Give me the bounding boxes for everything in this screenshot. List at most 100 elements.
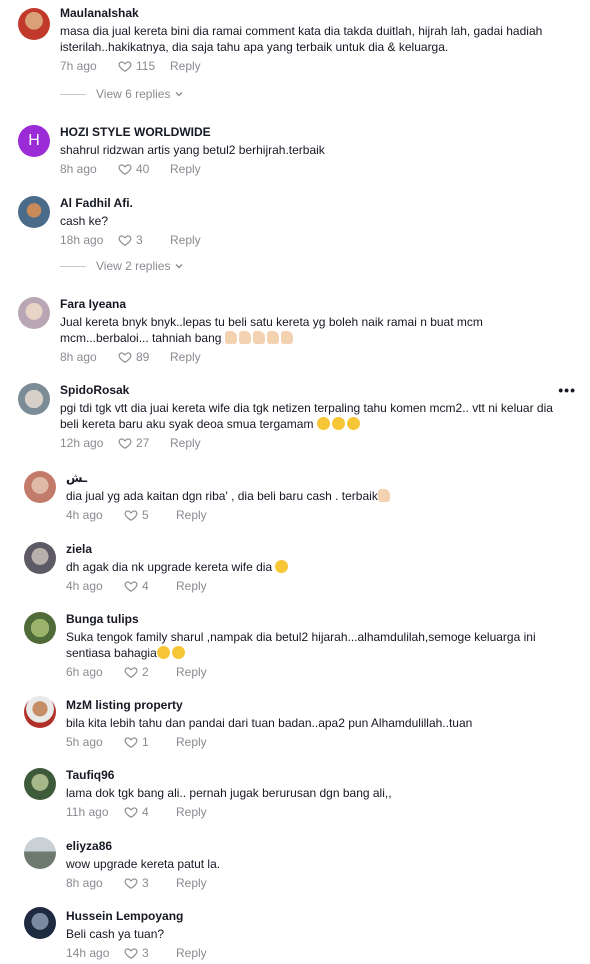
comment-text: bila kita lebih tahu dan pandai dari tua… [66, 716, 473, 730]
comment-author[interactable]: eliyza86 [66, 839, 570, 854]
avatar[interactable] [24, 907, 56, 939]
like-button[interactable]: 2 [124, 665, 176, 679]
like-button[interactable]: 89 [118, 350, 170, 364]
comment-author[interactable]: Taufiq96 [66, 768, 570, 783]
comment-time: 8h ago [60, 162, 97, 176]
reply-button[interactable]: Reply [176, 508, 207, 522]
heart-icon [124, 807, 138, 818]
reply-button[interactable]: Reply [170, 233, 201, 247]
avatar[interactable] [18, 8, 50, 40]
comment-author[interactable]: Al Fadhil Afi. [60, 196, 570, 211]
comment-text: Jual kereta bnyk bnyk..lepas tu beli sat… [60, 315, 483, 345]
like-button[interactable]: 3 [118, 233, 170, 247]
comment-author[interactable]: HOZI STYLE WORLDWIDE [60, 125, 570, 140]
like-button[interactable]: 4 [124, 805, 176, 819]
like-count: 3 [136, 233, 143, 247]
reply-button[interactable]: Reply [176, 735, 207, 749]
comment-author[interactable]: Fara Iyeana [60, 297, 570, 312]
comment-time: 12h ago [60, 436, 104, 450]
avatar[interactable] [24, 542, 56, 574]
comment-time: 18h ago [60, 233, 104, 247]
like-button[interactable]: 3 [124, 876, 176, 890]
more-options-button[interactable]: ••• [558, 383, 576, 397]
avatar[interactable] [18, 383, 50, 415]
laughing-emoji-icon [313, 417, 361, 431]
like-count: 115 [136, 59, 156, 73]
like-count: 5 [142, 508, 149, 522]
comment-text: dia jual yg ada kaitan dgn riba' , dia b… [66, 488, 570, 504]
comment-text: masa dia jual kereta bini dia ramai comm… [60, 24, 543, 54]
thumbs-up-emoji-icon [221, 331, 294, 345]
view-replies-button[interactable]: View 2 replies [60, 259, 184, 273]
like-count: 89 [136, 350, 150, 364]
like-count: 3 [142, 876, 149, 890]
like-count: 3 [142, 946, 149, 960]
comment-time: 14h ago [66, 946, 110, 960]
like-count: 40 [136, 162, 150, 176]
view-replies-label: View 6 replies [96, 87, 171, 101]
heart-icon [124, 948, 138, 959]
comment-author[interactable]: Bunga tulips [66, 612, 570, 627]
heart-icon [124, 667, 138, 678]
like-button[interactable]: 3 [124, 946, 176, 960]
like-count: 27 [136, 436, 150, 450]
comment-author[interactable]: ـش [66, 471, 570, 486]
like-count: 2 [142, 665, 149, 679]
like-count: 4 [142, 579, 149, 593]
comment-time: 4h ago [66, 508, 103, 522]
heart-icon [124, 737, 138, 748]
comment-time: 11h ago [66, 805, 109, 819]
like-button[interactable]: 1 [124, 735, 176, 749]
smile-emoji-icon [156, 646, 187, 660]
comment-author[interactable]: MaulanaIshak [60, 6, 570, 21]
like-button[interactable]: 115 [118, 59, 170, 73]
comment-text: dh agak dia nk upgrade kereta wife dia [66, 559, 570, 575]
avatar[interactable] [24, 612, 56, 644]
heart-eyes-emoji-icon [275, 560, 289, 573]
comment-author[interactable]: Hussein Lempoyang [66, 909, 570, 924]
avatar[interactable] [18, 196, 50, 228]
like-button[interactable]: 5 [124, 508, 176, 522]
divider [60, 93, 86, 95]
heart-icon [124, 581, 138, 592]
comment-time: 7h ago [60, 59, 97, 73]
comment-text: Suka tengok family sharul ,nampak dia be… [66, 630, 536, 660]
reply-button[interactable]: Reply [176, 805, 207, 819]
reply-button[interactable]: Reply [170, 162, 201, 176]
heart-icon [118, 235, 132, 246]
heart-icon [118, 164, 132, 175]
view-replies-button[interactable]: View 6 replies [60, 87, 184, 101]
like-button[interactable]: 27 [118, 436, 170, 450]
comment-text: Beli cash ya tuan? [66, 927, 165, 941]
reply-button[interactable]: Reply [176, 946, 207, 960]
avatar[interactable] [18, 297, 50, 329]
avatar[interactable] [24, 696, 56, 728]
heart-icon [118, 352, 132, 363]
comment-time: 4h ago [66, 579, 103, 593]
heart-icon [118, 61, 132, 72]
like-button[interactable]: 40 [118, 162, 170, 176]
comment-text: shahrul ridzwan artis yang betul2 berhij… [60, 143, 325, 157]
reply-button[interactable]: Reply [176, 665, 207, 679]
chevron-down-icon [175, 92, 183, 97]
heart-icon [124, 510, 138, 521]
comment-author[interactable]: SpidoRosak [60, 383, 570, 398]
reply-button[interactable]: Reply [170, 436, 201, 450]
comment-time: 8h ago [66, 876, 103, 890]
comment-time: 8h ago [60, 350, 97, 364]
like-count: 1 [142, 735, 149, 749]
avatar[interactable] [24, 768, 56, 800]
avatar[interactable]: H [18, 125, 50, 157]
avatar[interactable] [24, 837, 56, 869]
avatar[interactable] [24, 471, 56, 503]
reply-button[interactable]: Reply [170, 59, 201, 73]
reply-button[interactable]: Reply [170, 350, 201, 364]
comment-text: wow upgrade kereta patut la. [66, 857, 221, 871]
comment-author[interactable]: ziela [66, 542, 570, 557]
comment-author[interactable]: MzM listing property [66, 698, 570, 713]
avatar-letter: H [28, 132, 40, 149]
reply-button[interactable]: Reply [176, 579, 207, 593]
reply-button[interactable]: Reply [176, 876, 207, 890]
thumbs-up-emoji-icon [377, 489, 392, 503]
like-button[interactable]: 4 [124, 579, 176, 593]
